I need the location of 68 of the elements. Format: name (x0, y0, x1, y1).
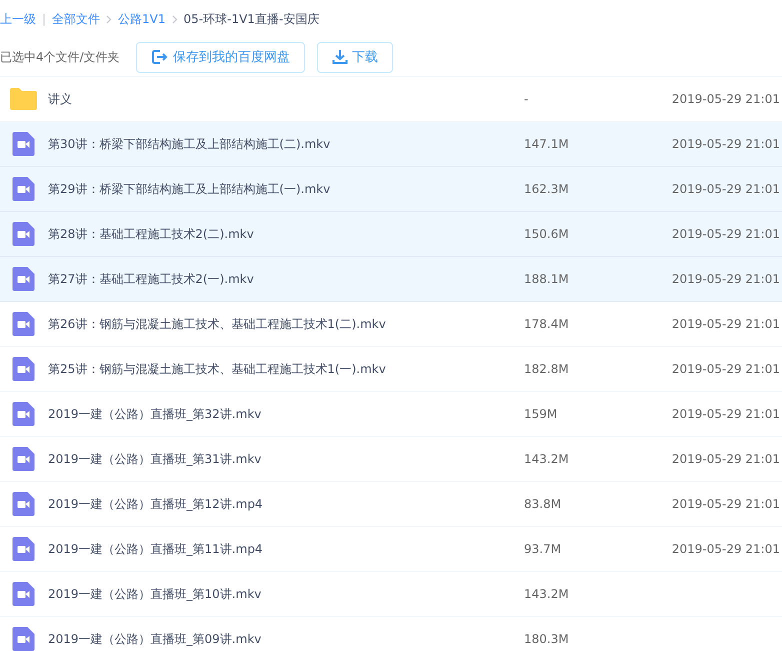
file-name: 第26讲：钢筋与混凝土施工技术、基础工程施工技术1(二).mkv (48, 316, 387, 332)
file-name: 2019一建（公路）直播班_第31讲.mkv (48, 450, 262, 468)
file-size: 182.8M (524, 362, 570, 376)
file-size: 162.3M (524, 182, 570, 196)
modified-date: 2019-05-29 21:01 (670, 272, 780, 286)
file-row[interactable]: 2019一建（公路）直播班_第10讲.mkv 143.2M (0, 572, 782, 617)
file-size: 178.4M (524, 317, 570, 331)
file-size: 83.8M (524, 497, 562, 511)
modified-date: 2019-05-29 21:01 (670, 92, 780, 106)
modified-date: 2019-05-29 21:01 (670, 497, 780, 511)
modified-date: 2019-05-29 21:01 (670, 182, 780, 196)
modified-date: 2019-05-29 21:01 (670, 407, 780, 421)
modified-date: 2019-05-29 21:01 (670, 362, 780, 376)
file-row[interactable]: 第28讲：基础工程施工技术2(二).mkv 150.6M 2019-05-29 21:01 (0, 212, 782, 257)
file-name: 2019一建（公路）直播班_第10讲.mkv (48, 586, 262, 602)
file-size: 150.6M (524, 227, 570, 241)
file-size: 93.7M (524, 542, 562, 556)
modified-date: 2019-05-29 21:01 (670, 542, 780, 556)
file-size: 159M (524, 407, 558, 421)
file-row[interactable]: 第29讲：桥梁下部结构施工及上部结构施工(一).mkv 162.3M 2019-05-29 21:01 (0, 167, 782, 212)
file-row[interactable]: 2019一建（公路）直播班_第12讲.mp4 83.8M 2019-05-29 21:01 (0, 482, 782, 527)
file-row[interactable]: 2019一建（公路）直播班_第32讲.mkv 159M 2019-05-29 21:01 (0, 392, 782, 437)
file-name: 第29讲：桥梁下部结构施工及上部结构施工(一).mkv (48, 180, 332, 198)
modified-date: 2019-05-29 21:01 (670, 317, 780, 331)
file-row[interactable]: 第25讲：钢筋与混凝土施工技术、基础工程施工技术1(一).mkv 182.8M 2019-05-29 21:01 (0, 347, 782, 392)
video-file-icon (10, 357, 37, 381)
video-file-icon (10, 402, 37, 426)
file-name: 2019一建（公路）直播班_第11讲.mp4 (48, 540, 264, 558)
file-name: 2019一建（公路）直播班_第09讲.mkv (48, 630, 262, 648)
video-file-icon (10, 537, 37, 561)
file-name: 2019一建（公路）直播班_第32讲.mkv (48, 406, 262, 422)
file-size: 147.1M (524, 137, 570, 151)
file-row[interactable]: 2019一建（公路）直播班_第31讲.mkv 143.2M 2019-05-29 21:01 (0, 437, 782, 482)
file-name: 第30讲：桥梁下部结构施工及上部结构施工(二).mkv (48, 136, 332, 152)
breadcrumb-separator: | (42, 12, 46, 26)
file-row[interactable]: 2019一建（公路）直播班_第09讲.mkv 180.3M (0, 617, 782, 651)
save-arrow-icon (151, 49, 169, 65)
file-name: 2019一建（公路）直播班_第12讲.mp4 (48, 496, 264, 512)
file-size: 188.1M (524, 272, 570, 286)
file-name: 讲义 (48, 90, 73, 108)
current-folder: 05-环球-1V1直播-安国庆 (184, 10, 320, 28)
file-name: 第25讲：钢筋与混凝土施工技术、基础工程施工技术1(一).mkv (48, 360, 387, 378)
video-file-icon (10, 177, 37, 201)
modified-date: 2019-05-29 21:01 (670, 227, 780, 241)
modified-date: 2019-05-29 21:01 (670, 137, 780, 151)
video-file-icon (10, 312, 37, 336)
video-file-icon (10, 447, 37, 471)
selection-info: 已选中4个文件/文件夹 (0, 48, 121, 66)
video-file-icon (10, 222, 37, 246)
file-row[interactable]: 第26讲：钢筋与混凝土施工技术、基础工程施工技术1(二).mkv 178.4M 2019-05-29 21:01 (0, 302, 782, 347)
video-file-icon (10, 132, 37, 156)
video-file-icon (10, 582, 37, 606)
file-row[interactable]: 第30讲：桥梁下部结构施工及上部结构施工(二).mkv 147.1M 2019-05-29 21:01 (0, 122, 782, 167)
file-size: 180.3M (524, 632, 570, 646)
file-size: - (524, 92, 530, 106)
chevron-icon (172, 14, 178, 24)
modified-date: 2019-05-29 21:01 (670, 452, 780, 466)
video-file-icon (10, 267, 37, 291)
file-name: 第27讲：基础工程施工技术2(一).mkv (48, 270, 255, 288)
chevron-icon (106, 14, 112, 24)
file-row[interactable]: 2019一建（公路）直播班_第11讲.mp4 93.7M 2019-05-29 21:01 (0, 527, 782, 572)
file-size: 143.2M (524, 587, 570, 601)
download-icon (332, 49, 348, 65)
file-name: 第28讲：基础工程施工技术2(二).mkv (48, 226, 255, 242)
video-file-icon (10, 492, 37, 516)
file-row[interactable]: 第27讲：基础工程施工技术2(一).mkv 188.1M 2019-05-29 21:01 (0, 257, 782, 302)
folder-icon (10, 88, 37, 110)
file-size: 143.2M (524, 452, 570, 466)
